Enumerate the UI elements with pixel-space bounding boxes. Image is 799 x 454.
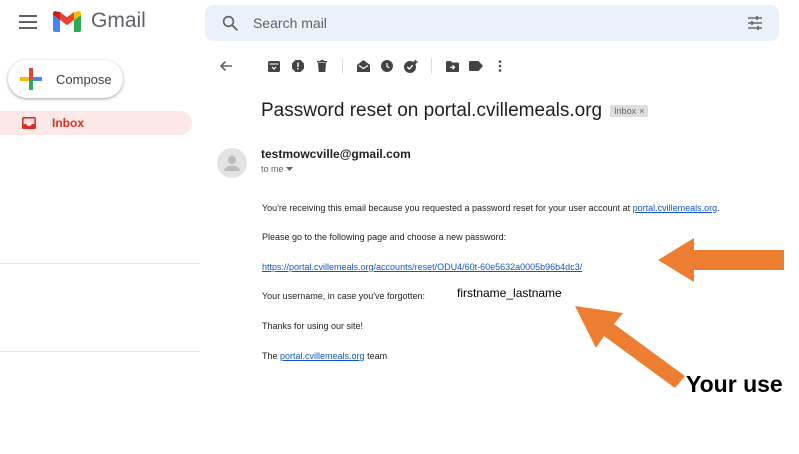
mark-unread-button[interactable]	[351, 54, 375, 78]
body-line-username: Your username, in case you've forgotten:	[262, 291, 425, 301]
body-line-signature: The portal.cvillemeals.org team	[262, 351, 388, 361]
recipient-details[interactable]: to me	[261, 164, 293, 174]
add-to-tasks-button[interactable]	[399, 54, 423, 78]
annotation-arrow-diagonal	[575, 306, 685, 388]
username-value: firstname_lastname	[455, 286, 564, 300]
move-to-button[interactable]	[440, 54, 464, 78]
body-line-instructions: Please go to the following page and choo…	[262, 232, 507, 242]
label-icon	[469, 61, 483, 71]
search-icon[interactable]	[221, 14, 239, 32]
portal-link[interactable]: portal.cvillemeals.org	[633, 203, 718, 213]
clock-icon	[381, 60, 393, 72]
move-to-folder-icon	[445, 60, 459, 72]
gmail-logo[interactable]: Gmail	[53, 9, 146, 33]
mark-unread-icon	[356, 60, 370, 72]
sidebar-item-inbox[interactable]: Inbox	[0, 111, 192, 135]
sidebar-item-label: Inbox	[52, 116, 84, 130]
more-vert-icon	[498, 60, 502, 72]
remove-label-icon[interactable]: ×	[639, 106, 644, 116]
main-menu-button[interactable]	[16, 10, 40, 34]
annotation-text: Your use	[686, 371, 783, 397]
toolbar-separator	[431, 58, 432, 74]
person-icon	[224, 156, 240, 171]
search-input[interactable]	[253, 15, 693, 31]
archive-button[interactable]	[262, 54, 286, 78]
sender-avatar[interactable]	[217, 148, 247, 178]
back-arrow-icon	[219, 60, 232, 72]
search-bar[interactable]	[205, 5, 779, 41]
gmail-logo-text: Gmail	[91, 9, 146, 32]
trash-icon	[317, 60, 327, 72]
inbox-label-chip[interactable]: Inbox ×	[610, 105, 649, 117]
sender-email: testmowcville@gmail.com	[261, 147, 411, 161]
gmail-m-icon	[53, 10, 81, 32]
body-line-thanks: Thanks for using our site!	[262, 321, 364, 331]
recipient-label: to me	[261, 164, 284, 174]
annotation-arrow-left	[658, 238, 784, 282]
back-button[interactable]	[214, 54, 238, 78]
compose-button[interactable]: Compose	[8, 60, 123, 98]
reset-password-link[interactable]: https://portal.cvillemeals.org/accounts/…	[262, 262, 582, 272]
report-spam-button[interactable]	[286, 54, 310, 78]
add-task-icon	[404, 59, 418, 73]
body-line-intro: You're receiving this email because you …	[262, 203, 720, 213]
chevron-down-icon	[285, 166, 293, 171]
sidebar-divider	[0, 351, 200, 352]
snooze-button[interactable]	[375, 54, 399, 78]
sidebar-divider	[0, 263, 200, 264]
compose-plus-icon	[20, 68, 42, 90]
message-toolbar	[214, 54, 512, 78]
inbox-icon	[22, 117, 36, 129]
delete-button[interactable]	[310, 54, 334, 78]
search-options-icon[interactable]	[747, 15, 763, 31]
archive-icon	[268, 61, 280, 72]
email-subject-row: Password reset on portal.cvillemeals.org…	[261, 100, 649, 122]
portal-team-link[interactable]: portal.cvillemeals.org	[280, 351, 365, 361]
labels-button[interactable]	[464, 54, 488, 78]
report-spam-icon	[292, 60, 304, 72]
email-subject: Password reset on portal.cvillemeals.org	[261, 100, 603, 121]
toolbar-separator	[342, 58, 343, 74]
compose-label: Compose	[56, 71, 112, 87]
more-options-button[interactable]	[488, 54, 512, 78]
label-chip-text: Inbox	[614, 106, 637, 116]
